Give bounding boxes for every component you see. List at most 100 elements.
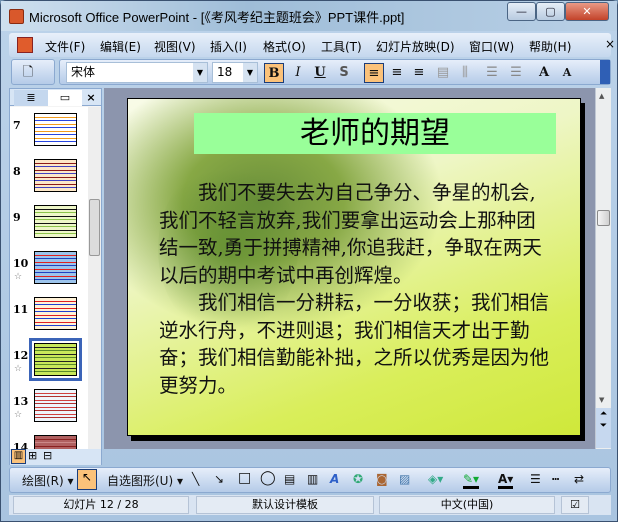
vertical-textbox-icon[interactable]: ▥: [307, 472, 318, 486]
arrow-icon[interactable]: ↘: [214, 472, 224, 486]
slide-number: 11: [13, 303, 29, 316]
oval-icon[interactable]: ◯: [260, 470, 276, 486]
menu-window[interactable]: 窗口(W): [469, 38, 514, 55]
thumbnail-image[interactable]: [34, 297, 77, 330]
menu-tools[interactable]: 工具(T): [321, 38, 362, 55]
spelling-check-icon[interactable]: ☑: [561, 496, 589, 514]
slide-thumbnail-8[interactable]: 8: [10, 159, 88, 205]
slide-number: 12: [13, 349, 29, 362]
slide-thumbnail-9[interactable]: 9: [10, 205, 88, 251]
rectangle-icon[interactable]: □: [238, 470, 251, 486]
align-right-icon[interactable]: ≡: [409, 63, 429, 83]
thumbnail-image[interactable]: [34, 389, 77, 422]
numbered-list-icon[interactable]: ☰: [482, 63, 502, 83]
thumbnail-list: 7 8 9 10 ☆ 11 12 ☆ 13 ☆ 14: [10, 107, 88, 449]
decrease-font-icon[interactable]: A: [557, 63, 577, 83]
font-name-select[interactable]: 宋体 ▼: [66, 62, 208, 83]
select-pointer-icon[interactable]: ↖: [77, 469, 97, 490]
thumbnail-scrollbar[interactable]: [88, 107, 101, 449]
slide-thumbnail-11[interactable]: 11: [10, 297, 88, 343]
scroll-down-icon[interactable]: ▼: [599, 396, 604, 404]
font-size-select[interactable]: 18 ▼: [212, 62, 258, 83]
menu-edit[interactable]: 编辑(E): [100, 38, 141, 55]
animation-star-icon: ☆: [14, 272, 23, 282]
prev-next-slide-buttons[interactable]: ⏶ ⏷: [596, 408, 611, 448]
chevron-down-icon: ▼: [243, 63, 257, 82]
bold-button[interactable]: B: [264, 63, 284, 83]
slide-sorter-icon[interactable]: ⊞: [28, 449, 37, 462]
minimize-button[interactable]: —: [507, 2, 536, 21]
thumbnail-image[interactable]: [34, 113, 77, 146]
slide-canvas[interactable]: 老师的期望 我们不要失去为自己争分、争星的机会,我们不轻言放弃,我们要拿出运动会…: [127, 98, 581, 436]
thumbnail-image[interactable]: [34, 251, 77, 284]
panel-close-icon[interactable]: ×: [84, 90, 98, 106]
vertical-scrollbar[interactable]: ▲ ▼ ⏶ ⏷: [595, 88, 611, 449]
shadow-button[interactable]: S: [334, 63, 354, 83]
slide-thumbnail-13[interactable]: 13 ☆: [10, 389, 88, 435]
slide-thumbnail-7[interactable]: 7: [10, 113, 88, 159]
dash-style-icon[interactable]: ┅: [552, 472, 559, 486]
fill-color-icon[interactable]: ◈▾: [428, 472, 443, 486]
increase-font-icon[interactable]: A: [534, 63, 554, 83]
line-style-icon[interactable]: ☰: [530, 472, 541, 486]
thumbnail-image[interactable]: [29, 338, 82, 381]
align-left-icon[interactable]: ≡: [364, 63, 384, 83]
previous-slide-icon[interactable]: ⏶: [600, 409, 607, 419]
thumbnail-image[interactable]: [34, 159, 77, 192]
wordart-icon[interactable]: A: [330, 472, 339, 486]
autoshapes-label: 自选图形(U): [107, 474, 174, 488]
distribute-icon[interactable]: ▤: [433, 63, 453, 83]
view-buttons: ▥ ⊞ ⊟: [10, 449, 101, 465]
tab-outline[interactable]: ≣: [14, 90, 48, 106]
draw-menu-button[interactable]: 绘图(R) ▾: [22, 472, 74, 489]
menu-format[interactable]: 格式(O): [263, 38, 306, 55]
slide-thumbnail-10[interactable]: 10 ☆: [10, 251, 88, 297]
slide-body-text[interactable]: 我们不要失去为自己争分、争星的机会,我们不轻言放弃,我们要拿出运动会上那种团结一…: [159, 179, 551, 399]
line-color-icon[interactable]: ✎▾: [463, 472, 480, 489]
underline-button[interactable]: U: [310, 63, 330, 83]
line-spacing-icon[interactable]: ⫼: [455, 63, 475, 83]
powerpoint-app-icon[interactable]: [9, 9, 24, 24]
arrow-style-icon[interactable]: ⇄: [574, 472, 584, 486]
menu-view[interactable]: 视图(V): [154, 38, 196, 55]
close-document-icon[interactable]: ×: [605, 37, 615, 51]
design-template: 默认设计模板: [196, 496, 374, 514]
tab-slides[interactable]: ▭: [48, 90, 82, 106]
menu-insert[interactable]: 插入(I): [210, 38, 247, 55]
scroll-thumb[interactable]: [597, 210, 610, 226]
language-status: 中文(中国): [379, 496, 555, 514]
close-button[interactable]: ✕: [565, 2, 609, 21]
thumbnail-image[interactable]: [34, 435, 77, 449]
scroll-thumb[interactable]: [89, 199, 100, 256]
normal-view-icon[interactable]: ▥: [11, 449, 26, 464]
font-color-icon[interactable]: A▾: [498, 472, 514, 489]
diagram-icon[interactable]: ✪: [353, 472, 363, 486]
italic-button[interactable]: I: [288, 63, 308, 83]
scroll-up-icon[interactable]: ▲: [599, 92, 604, 100]
toolbar-options-icon[interactable]: [600, 60, 610, 84]
menu-slideshow[interactable]: 幻灯片放映(D): [376, 38, 455, 55]
next-slide-icon[interactable]: ⏷: [600, 421, 607, 431]
slide-title[interactable]: 老师的期望: [194, 113, 556, 154]
slide-number: 8: [13, 165, 21, 178]
bulleted-list-icon[interactable]: ☰: [506, 63, 526, 83]
slide-thumbnail-12[interactable]: 12 ☆: [10, 338, 88, 389]
thumbnail-image[interactable]: [34, 205, 77, 238]
slide-number: 13: [13, 395, 29, 408]
slideshow-icon[interactable]: ⊟: [43, 449, 52, 462]
clipart-icon[interactable]: ◙: [376, 472, 388, 486]
align-center-icon[interactable]: ≡: [387, 63, 407, 83]
document-icon[interactable]: [17, 37, 33, 53]
new-document-icon[interactable]: 🗋: [18, 63, 38, 83]
line-icon[interactable]: ╲: [192, 472, 199, 486]
picture-icon[interactable]: ▨: [399, 472, 410, 486]
standard-toolbar: 🗋: [11, 59, 55, 85]
textbox-icon[interactable]: ▤: [284, 472, 295, 486]
menu-help[interactable]: 帮助(H): [529, 38, 571, 55]
font-size-value: 18: [217, 65, 233, 79]
menu-file[interactable]: 文件(F): [45, 38, 85, 55]
slide-thumbnail-14[interactable]: 14: [10, 435, 88, 449]
autoshapes-menu-button[interactable]: 自选图形(U) ▾: [107, 472, 183, 489]
restore-button[interactable]: ▢: [536, 2, 565, 21]
slides-panel: ≣ ▭ × 7 8 9 10 ☆ 11 12 ☆ 13 ☆ 14 ▥ ⊞ ⊟: [9, 88, 102, 465]
